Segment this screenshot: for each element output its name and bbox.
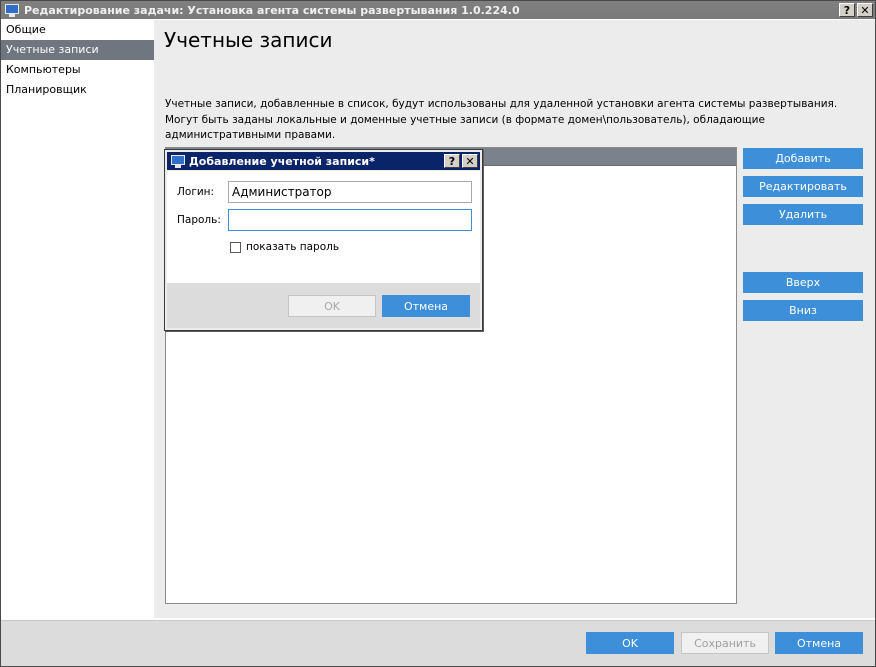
dialog-title: Добавление учетной записи*: [189, 154, 375, 168]
add-account-dialog: Добавление учетной записи* ? ✕ Логин: Па…: [164, 149, 483, 331]
edit-button[interactable]: Редактировать: [743, 176, 863, 197]
add-button[interactable]: Добавить: [743, 148, 863, 169]
sidebar-item-general[interactable]: Общие: [1, 20, 154, 40]
password-label: Пароль:: [177, 214, 221, 226]
window-title: Редактирование задачи: Установка агента …: [24, 3, 520, 17]
show-password-checkbox[interactable]: [230, 242, 241, 253]
page-title: Учетные записи: [164, 28, 333, 52]
window-titlebar[interactable]: Редактирование задачи: Установка агента …: [1, 1, 875, 19]
dialog-footer: OK Отмена: [167, 283, 480, 328]
monitor-icon: [170, 154, 186, 168]
sidebar-nav: Общие Учетные записи Компьютеры Планиров…: [1, 20, 154, 620]
dialog-ok-button[interactable]: OK: [288, 295, 376, 317]
monitor-icon: [4, 3, 20, 17]
task-editor-window: Редактирование задачи: Установка агента …: [0, 0, 876, 667]
dialog-help-button[interactable]: ?: [444, 154, 460, 168]
sidebar-item-scheduler[interactable]: Планировщик: [1, 80, 154, 100]
delete-button[interactable]: Удалить: [743, 204, 863, 225]
cancel-button[interactable]: Отмена: [775, 632, 863, 654]
dialog-titlebar[interactable]: Добавление учетной записи* ? ✕: [167, 152, 480, 170]
password-field[interactable]: [228, 209, 472, 231]
login-field[interactable]: [228, 181, 472, 203]
move-up-button[interactable]: Вверх: [743, 272, 863, 293]
sidebar-item-computers[interactable]: Компьютеры: [1, 60, 154, 80]
dialog-cancel-button[interactable]: Отмена: [382, 295, 470, 317]
window-footer: OK Сохранить Отмена: [1, 620, 875, 666]
login-label: Логин:: [177, 186, 215, 198]
ok-button[interactable]: OK: [586, 632, 674, 654]
help-button[interactable]: ?: [839, 3, 855, 17]
move-down-button[interactable]: Вниз: [743, 300, 863, 321]
dialog-close-button[interactable]: ✕: [462, 154, 478, 168]
page-description: Учетные записи, добавленные в список, бу…: [165, 98, 838, 141]
close-button[interactable]: ✕: [857, 3, 873, 17]
dialog-body: Логин: Пароль: показать пароль: [167, 171, 480, 283]
save-button[interactable]: Сохранить: [681, 632, 769, 654]
show-password-label[interactable]: показать пароль: [246, 241, 339, 253]
sidebar-item-accounts[interactable]: Учетные записи: [1, 40, 154, 60]
